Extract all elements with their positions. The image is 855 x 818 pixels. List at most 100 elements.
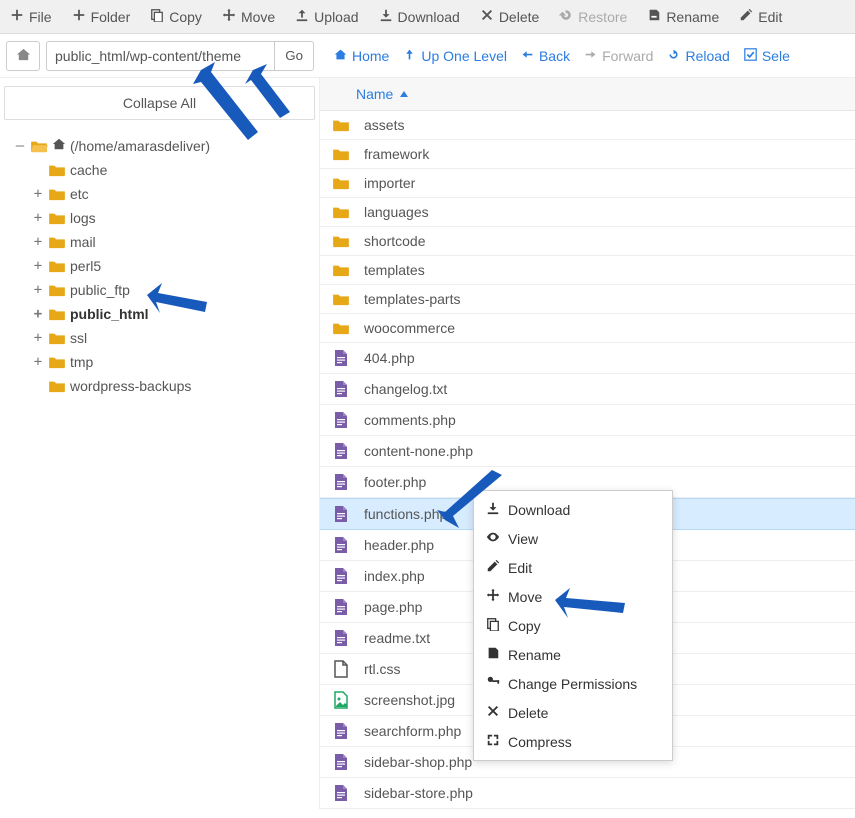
context-compress[interactable]: Compress (474, 727, 672, 756)
file-row[interactable]: 404.php (320, 343, 855, 374)
expand-icon[interactable]: + (32, 208, 44, 228)
download-button[interactable]: Download (369, 4, 470, 29)
file-name: assets (364, 117, 404, 133)
eye-icon (486, 530, 500, 547)
delete-button[interactable]: Delete (470, 4, 549, 29)
context-rename[interactable]: Rename (474, 640, 672, 669)
path-area: Go (0, 34, 320, 77)
folder-icon (48, 379, 66, 393)
file-name: page.php (364, 599, 422, 615)
collapse-icon[interactable]: – (14, 136, 26, 156)
tree-item-label: cache (70, 160, 107, 180)
context-download[interactable]: Download (474, 495, 672, 524)
file-name: searchform.php (364, 723, 461, 739)
expand-icon[interactable]: + (32, 184, 44, 204)
tree-item[interactable]: +mail (32, 230, 319, 254)
tree-item[interactable]: +public_html (32, 302, 319, 326)
nav-up-label: Up One Level (421, 48, 507, 64)
new-folder-button[interactable]: Folder (62, 4, 141, 29)
file-row[interactable]: content-none.php (320, 436, 855, 467)
file-row[interactable]: assets (320, 111, 855, 140)
file-list: Name assets frameworkimporterlanguagessho… (320, 78, 855, 809)
pencil-icon (739, 8, 753, 25)
home-button[interactable] (6, 41, 40, 71)
file-row[interactable]: templates-parts (320, 285, 855, 314)
file-row[interactable]: templates (320, 256, 855, 285)
file-row[interactable]: importer (320, 169, 855, 198)
copy-label: Copy (169, 9, 202, 25)
compress-icon (486, 733, 500, 750)
file-code-icon (330, 473, 352, 491)
file-name: woocommerce (364, 320, 455, 336)
tree-item[interactable]: +etc (32, 182, 319, 206)
sort-asc-icon (399, 86, 409, 102)
nav-reload-button[interactable]: Reload (667, 48, 729, 64)
path-input[interactable] (46, 41, 274, 71)
context-copy[interactable]: Copy (474, 611, 672, 640)
file-row[interactable]: framework (320, 140, 855, 169)
nav-selectall-button[interactable]: Sele (744, 48, 790, 64)
file-row[interactable]: languages (320, 198, 855, 227)
folder-icon (330, 292, 352, 306)
file-row[interactable]: comments.php (320, 405, 855, 436)
rename-button[interactable]: Rename (637, 4, 729, 29)
tree-item[interactable]: +logs (32, 206, 319, 230)
edit-button[interactable]: Edit (729, 4, 792, 29)
file-name: rtl.css (364, 661, 401, 677)
x-icon (480, 8, 494, 25)
context-permissions[interactable]: Change Permissions (474, 669, 672, 698)
file-row[interactable]: changelog.txt (320, 374, 855, 405)
tree-root[interactable]: – (/home/amarasdeliver) (14, 134, 319, 158)
file-image-icon (330, 691, 352, 709)
folder-open-icon (30, 139, 48, 153)
rename-icon (647, 8, 661, 25)
expand-icon[interactable]: + (32, 256, 44, 276)
x-icon (486, 704, 500, 721)
file-row[interactable]: sidebar-store.php (320, 778, 855, 809)
rename-icon (486, 646, 500, 663)
nav-forward-button[interactable]: Forward (584, 48, 653, 64)
file-name: functions.php (364, 506, 447, 522)
rename-label: Rename (666, 9, 719, 25)
go-button[interactable]: Go (274, 41, 314, 71)
nav-back-button[interactable]: Back (521, 48, 570, 64)
restore-button[interactable]: Restore (549, 4, 637, 29)
context-edit[interactable]: Edit (474, 553, 672, 582)
expand-icon[interactable]: + (32, 328, 44, 348)
column-header-name[interactable]: Name (320, 78, 855, 111)
nav-home-label: Home (352, 48, 389, 64)
file-row[interactable]: woocommerce (320, 314, 855, 343)
expand-icon[interactable]: + (32, 304, 44, 324)
expand-icon[interactable]: + (32, 280, 44, 300)
nav-up-button[interactable]: Up One Level (403, 48, 507, 64)
nav-home-button[interactable]: Home (334, 48, 389, 64)
copy-button[interactable]: Copy (140, 4, 212, 29)
tree-item[interactable]: +public_ftp (32, 278, 319, 302)
tree-item[interactable]: +tmp (32, 350, 319, 374)
tree-item[interactable]: +ssl (32, 326, 319, 350)
tree-item[interactable]: cache (32, 158, 319, 182)
new-file-button[interactable]: File (0, 4, 62, 29)
expand-icon[interactable]: + (32, 232, 44, 252)
folder-icon (48, 307, 66, 321)
context-view[interactable]: View (474, 524, 672, 553)
tree-item[interactable]: wordpress-backups (32, 374, 319, 398)
context-move[interactable]: Move (474, 582, 672, 611)
file-code-icon (330, 505, 352, 523)
file-name: index.php (364, 568, 425, 584)
file-row[interactable]: shortcode (320, 227, 855, 256)
move-label: Move (241, 9, 275, 25)
expand-icon[interactable]: + (32, 352, 44, 372)
tree-item[interactable]: +perl5 (32, 254, 319, 278)
context-download-label: Download (508, 502, 570, 518)
collapse-all-button[interactable]: Collapse All (4, 86, 315, 120)
context-menu: Download View Edit Move Copy Rename (473, 490, 673, 761)
file-name: templates-parts (364, 291, 460, 307)
file-name: sidebar-store.php (364, 785, 473, 801)
folder-icon (330, 118, 352, 132)
plus-icon (72, 8, 86, 25)
upload-button[interactable]: Upload (285, 4, 368, 29)
move-button[interactable]: Move (212, 4, 285, 29)
context-delete[interactable]: Delete (474, 698, 672, 727)
main-split: Collapse All – (/home/amarasdeliver) cac… (0, 78, 855, 809)
